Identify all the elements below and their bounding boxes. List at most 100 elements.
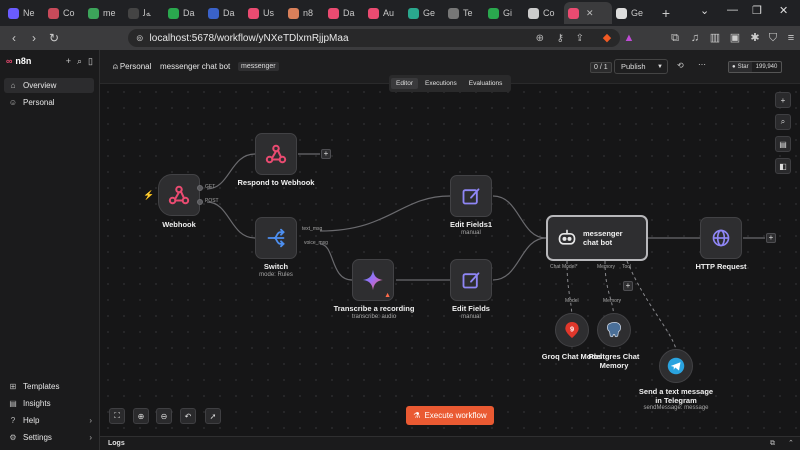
node-http-request[interactable] [700,217,742,259]
forward-icon[interactable]: › [24,31,44,45]
workflow-canvas[interactable]: ⚡ GET POST Webhook + Respond to Webhook … [100,84,800,436]
browser-tab[interactable]: Ge [612,2,652,24]
add-tool-button[interactable]: + [623,281,633,291]
chevron-up-icon[interactable]: ⌃ [788,437,794,450]
sidebar-item-settings[interactable]: ⚙ Settings › [4,430,94,445]
breadcrumb-project[interactable]: ⍝ Personal [113,62,151,72]
port-label-chat-model: Chat Model* [550,264,578,270]
new-tab-button[interactable]: + [658,5,674,21]
browser-tab[interactable]: Co [524,2,564,24]
maximize-button[interactable]: ❐ [752,4,762,17]
browser-tab[interactable]: Da [204,2,244,24]
fit-view-button[interactable]: ⛶ [109,408,125,424]
sidebar-item-personal[interactable]: ☺ Personal [4,95,94,110]
browser-tab[interactable]: n8 [284,2,324,24]
app-logo[interactable]: ∞ n8n [6,56,31,66]
workflow-name[interactable]: messenger chat bot [160,62,230,71]
open-nodes-panel-button[interactable]: + [775,92,791,108]
add-node-button[interactable]: + [321,149,331,159]
wire-agent-postgres [604,260,615,322]
tab-editor[interactable]: Editor [391,78,418,89]
zoom-icon[interactable]: ⊕ [536,33,544,44]
extensions-icon[interactable]: ⧉ [668,31,682,45]
node-edit-fields1[interactable] [450,175,492,217]
sidebar-toggle-icon[interactable]: ▥ [708,31,722,45]
output-port[interactable] [197,199,203,205]
logs-panel[interactable]: Logs ⧉ ⌃ [100,436,800,450]
node-ai-agent[interactable]: messenger chat bot [546,215,648,261]
node-label: Respond to Webhook [237,178,315,187]
share-icon[interactable]: ⇪ [576,33,584,44]
browser-tab[interactable]: Da [164,2,204,24]
browser-tab[interactable]: ✕ [564,2,612,24]
history-icon[interactable]: ⟲ [677,61,684,70]
search-nodes-button[interactable]: ⌕ [775,114,791,130]
sidebar-item-label: Help [23,416,40,425]
pointer-tool-button[interactable]: ➚ [205,408,221,424]
tab-executions[interactable]: Executions [420,78,462,89]
puzzle-icon[interactable]: ✱ [748,31,762,45]
browser-tab[interactable]: Gi [484,2,524,24]
favicon-icon [248,7,259,19]
more-options-icon[interactable]: ⋯ [698,60,706,69]
vpn-icon[interactable]: ⛉ [766,31,780,45]
sidebar-item-insights[interactable]: ▤ Insights [4,396,94,411]
browser-tab[interactable]: ﻪﻟ [124,2,164,24]
node-respond-to-webhook[interactable] [255,133,297,175]
add-node-button[interactable]: + [766,233,776,243]
address-bar[interactable]: ⊚ localhost:5678/workflow/yNXeTDlxmRjjpM… [128,29,620,47]
close-tab-icon[interactable]: ✕ [586,8,594,19]
search-icon[interactable]: ⌕ [77,56,82,67]
browser-tab[interactable]: Us [244,2,284,24]
browser-tab[interactable]: Da [324,2,364,24]
brave-shield-icon[interactable]: ◆ [600,31,614,45]
tab-label: Da [223,8,235,18]
sidebar-item-templates[interactable]: ⊞ Templates [4,379,94,394]
zoom-out-button[interactable]: ⊖ [156,408,172,424]
sidebar-item-overview[interactable]: ⌂ Overview [4,78,94,93]
pencil-icon [462,188,480,205]
browser-tab[interactable]: Ge [404,2,444,24]
collapse-sidebar-icon[interactable]: ▯ [88,56,93,67]
browser-tab[interactable]: Au [364,2,404,24]
favicon-icon [616,7,627,19]
minimize-button[interactable]: — [727,4,738,16]
tab-search-icon[interactable]: ⌄ [700,4,709,17]
add-icon[interactable]: + [66,56,71,67]
node-postgres-memory[interactable] [597,313,631,347]
workflow-tag[interactable]: messenger [238,62,279,71]
node-webhook[interactable] [158,174,200,216]
publish-button[interactable]: Publish ▼ [614,59,668,74]
menu-icon[interactable]: ≡ [784,31,798,45]
node-transcribe[interactable]: ▲ [352,259,394,301]
node-telegram[interactable] [659,349,693,383]
brave-rewards-icon[interactable]: ▲ [622,31,636,45]
github-icon: ● [732,64,736,70]
music-icon[interactable]: ♫ [688,31,702,45]
github-star-button[interactable]: ● Star 199,940 [728,61,783,73]
output-port[interactable] [197,185,203,191]
browser-tab[interactable]: me [84,2,124,24]
undo-button[interactable]: ↶ [180,408,196,424]
site-info-icon[interactable]: ⊚ [136,33,144,44]
sticky-note-button[interactable]: ▤ [775,136,791,152]
execute-workflow-button[interactable]: ⚗ Execute workflow [406,406,494,425]
pop-out-icon[interactable]: ⧉ [770,437,775,450]
browser-tab[interactable]: Co [44,2,84,24]
browser-tab[interactable]: Ne [4,2,44,24]
tab-evaluations[interactable]: Evaluations [464,78,508,89]
node-switch[interactable] [255,217,297,259]
back-icon[interactable]: ‹ [4,31,24,45]
zoom-in-button[interactable]: ⊕ [133,408,149,424]
browser-tab[interactable]: Te [444,2,484,24]
reload-icon[interactable]: ↻ [44,31,64,45]
toggle-panel-button[interactable]: ◧ [775,158,791,174]
close-window-button[interactable]: ✕ [779,4,788,17]
app-window: Ne Co me ﻪﻟ Da Da Us n8 Da Au Ge Te Gi Co ✕ Ge + ⌄ — ❐ … [0,0,800,450]
node-edit-fields[interactable] [450,259,492,301]
wallet-icon[interactable]: ▣ [728,31,742,45]
chevron-down-icon: ▼ [657,63,663,70]
key-icon[interactable]: ⚷ [557,33,564,44]
node-groq-chat-model[interactable]: 9 [555,313,589,347]
sidebar-item-help[interactable]: ? Help › [4,413,94,428]
